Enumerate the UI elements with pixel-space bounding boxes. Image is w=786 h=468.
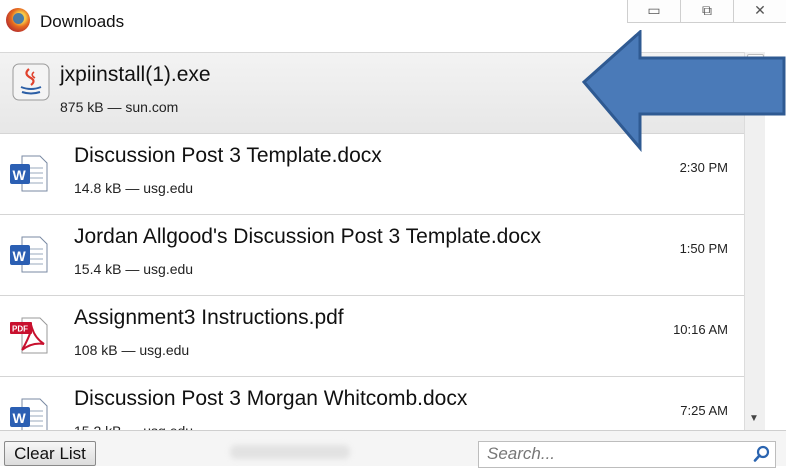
firefox-icon bbox=[6, 8, 30, 32]
search-input[interactable] bbox=[479, 442, 747, 465]
pdf-icon: PDF bbox=[10, 317, 48, 354]
java-icon bbox=[12, 63, 50, 101]
download-time: 2:30 PM bbox=[679, 160, 728, 175]
download-filename: Discussion Post 3 Morgan Whitcomb.docx bbox=[74, 387, 468, 410]
svg-text:W: W bbox=[13, 410, 27, 426]
search-icon[interactable] bbox=[753, 445, 771, 463]
window-title: Downloads bbox=[40, 12, 125, 31]
download-size-source: 108 kB — usg.edu bbox=[74, 342, 190, 358]
download-item-morgan-whitcomb[interactable]: W Discussion Post 3 Morgan Whitcomb.docx… bbox=[0, 377, 744, 431]
download-time: 7:25 AM bbox=[680, 403, 728, 418]
svg-text:W: W bbox=[13, 167, 27, 183]
maximize-button[interactable]: ⧉ bbox=[680, 0, 733, 23]
download-filename: jxpiinstall(1).exe bbox=[60, 63, 211, 86]
word-doc-icon: W bbox=[10, 155, 48, 192]
word-doc-icon: W bbox=[10, 398, 48, 431]
download-time: 10:16 AM bbox=[673, 322, 728, 337]
download-item-assignment3[interactable]: PDF Assignment3 Instructions.pdf 108 kB … bbox=[0, 296, 744, 377]
annotation-arrow-icon bbox=[582, 30, 786, 152]
download-item-jordan-allgood[interactable]: W Jordan Allgood's Discussion Post 3 Tem… bbox=[0, 215, 744, 296]
clear-list-button[interactable]: Clear List bbox=[4, 441, 96, 466]
download-filename: Jordan Allgood's Discussion Post 3 Templ… bbox=[74, 225, 542, 248]
download-filename: Assignment3 Instructions.pdf bbox=[74, 306, 344, 329]
svg-text:PDF: PDF bbox=[12, 325, 28, 334]
download-filename: Discussion Post 3 Template.docx bbox=[74, 144, 382, 167]
minimize-button[interactable]: ▭ bbox=[627, 0, 680, 23]
close-button[interactable]: ✕ bbox=[733, 0, 786, 23]
download-size-source: 15.4 kB — usg.edu bbox=[74, 261, 194, 277]
svg-text:W: W bbox=[13, 248, 27, 264]
download-time: 1:50 PM bbox=[679, 241, 728, 256]
word-doc-icon: W bbox=[10, 236, 48, 273]
scroll-down-arrow-icon[interactable]: ▼ bbox=[749, 413, 759, 424]
search-box[interactable] bbox=[478, 441, 776, 468]
download-size-source: 14.8 kB — usg.edu bbox=[74, 180, 194, 196]
download-size-source: 875 kB — sun.com bbox=[60, 99, 179, 115]
blurred-status-text bbox=[230, 445, 350, 459]
footer-bar: Clear List bbox=[0, 430, 786, 468]
window-controls: ▭ ⧉ ✕ bbox=[627, 0, 786, 23]
